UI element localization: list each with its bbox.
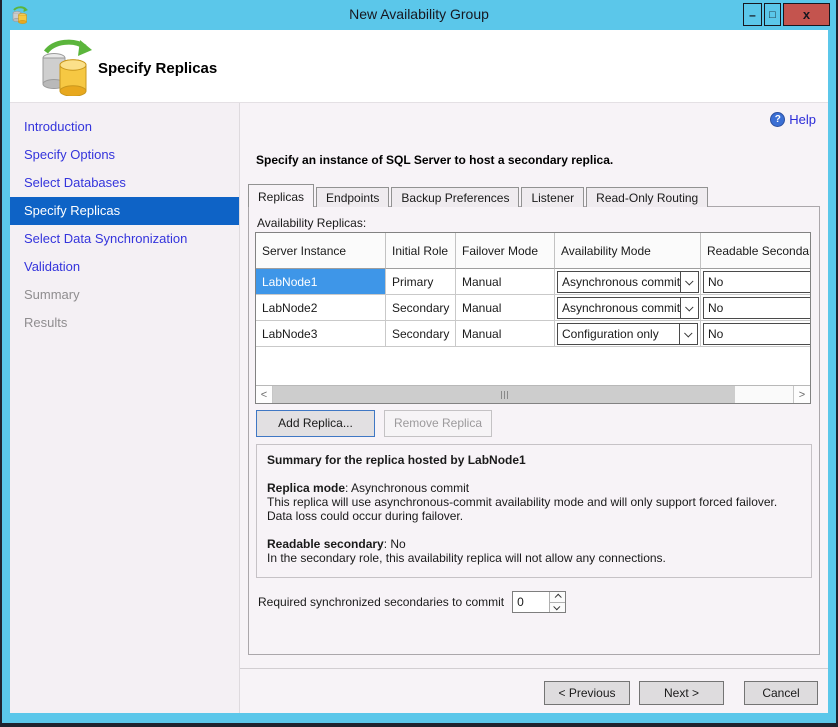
page-title: Specify Replicas [98,60,217,77]
cell-initial-role[interactable]: Primary [386,269,456,295]
sidebar-item-specify-replicas[interactable]: Specify Replicas [10,197,239,225]
chevron-down-icon[interactable] [680,298,698,318]
next-button[interactable]: Next > [639,681,724,705]
close-button[interactable]: x [783,3,830,26]
minimize-button[interactable]: – [743,3,762,26]
col-header-failover-mode[interactable]: Failover Mode [456,233,555,269]
close-icon: x [803,7,810,22]
maximize-icon: □ [769,9,776,21]
sidebar-item-data-synchronization[interactable]: Select Data Synchronization [10,225,239,253]
remove-replica-button: Remove Replica [384,410,492,437]
readable-secondary-dropdown[interactable]: No [703,323,811,345]
tab-endpoints[interactable]: Endpoints [316,187,389,207]
horizontal-scrollbar[interactable]: < > [256,385,810,403]
sidebar-item-summary: Summary [10,281,239,309]
availability-mode-dropdown[interactable]: Configuration only [557,323,698,345]
readable-secondary-dropdown[interactable]: No [703,297,811,319]
spinner-value[interactable]: 0 [513,592,549,612]
minimize-icon: – [749,8,756,22]
tabstrip: Replicas Endpoints Backup Preferences Li… [248,184,710,207]
scrollbar-thumb[interactable] [273,386,735,403]
sidebar-item-introduction[interactable]: Introduction [10,113,239,141]
cell-readable-secondary: No [701,295,811,321]
required-secondaries-label: Required synchronized secondaries to com… [258,595,504,609]
readable-secondary-dropdown[interactable]: No [703,271,811,293]
main-panel: ? Help Specify an instance of SQL Server… [240,103,828,713]
dialog-window: New Availability Group – □ x Specify Rep… [2,0,836,723]
cell-readable-secondary: No [701,269,811,295]
grid-header-row: Server Instance Initial Role Failover Mo… [256,233,811,269]
cell-initial-role[interactable]: Secondary [386,295,456,321]
tab-backup-preferences[interactable]: Backup Preferences [391,187,519,207]
cell-server-instance[interactable]: LabNode1 [256,269,386,295]
availability-mode-dropdown[interactable]: Asynchronous commit [557,271,699,293]
dialog-body: Specify Replicas Introduction Specify Op… [10,30,828,713]
sidebar-item-select-databases[interactable]: Select Databases [10,169,239,197]
replica-mode-value: : Asynchronous commit [345,481,469,495]
wizard-header: Specify Replicas [10,30,828,103]
availability-mode-dropdown[interactable]: Asynchronous commit [557,297,699,319]
availability-replicas-label: Availability Replicas: [257,216,366,230]
table-row: LabNode1 Primary Manual Asynchronous com… [256,269,811,295]
tab-listener[interactable]: Listener [521,187,584,207]
previous-button[interactable]: < Previous [544,681,630,705]
cell-availability-mode: Configuration only [555,321,701,347]
replica-mode-description: This replica will use asynchronous-commi… [267,495,801,523]
help-icon: ? [770,112,785,127]
sidebar-item-specify-options[interactable]: Specify Options [10,141,239,169]
summary-title: Summary for the replica hosted by LabNod… [267,453,801,467]
replica-mode-label: Replica mode [267,481,345,495]
required-secondaries-spinner: 0 [512,591,566,613]
replica-summary-panel: Summary for the replica hosted by LabNod… [256,444,812,578]
scroll-left-arrow-icon[interactable]: < [256,386,273,403]
cell-failover-mode[interactable]: Manual [456,321,555,347]
spinner-up-button[interactable] [550,592,565,603]
cell-readable-secondary: No [701,321,811,347]
cell-server-instance[interactable]: LabNode2 [256,295,386,321]
chevron-down-icon[interactable] [679,324,697,344]
table-row: LabNode3 Secondary Manual Configuration … [256,321,811,347]
col-header-availability-mode[interactable]: Availability Mode [555,233,701,269]
titlebar[interactable]: New Availability Group – □ x [2,0,836,30]
cell-availability-mode: Asynchronous commit [555,295,701,321]
add-replica-button[interactable]: Add Replica... [256,410,375,437]
sidebar-item-validation[interactable]: Validation [10,253,239,281]
sidebar-item-results: Results [10,309,239,337]
scroll-right-arrow-icon[interactable]: > [793,386,810,403]
help-label: Help [789,112,816,127]
help-link[interactable]: ? Help [770,112,816,127]
readable-secondary-value: : No [384,537,406,551]
spinner-down-button[interactable] [550,603,565,613]
tab-read-only-routing[interactable]: Read-Only Routing [586,187,708,207]
table-row: LabNode2 Secondary Manual Asynchronous c… [256,295,811,321]
cancel-button[interactable]: Cancel [744,681,818,705]
window-title: New Availability Group [2,6,836,22]
footer-divider [240,668,828,669]
cell-server-instance[interactable]: LabNode3 [256,321,386,347]
chevron-down-icon[interactable] [680,272,698,292]
col-header-server-instance[interactable]: Server Instance [256,233,386,269]
cell-failover-mode[interactable]: Manual [456,295,555,321]
cell-initial-role[interactable]: Secondary [386,321,456,347]
replicas-tab-page: Availability Replicas: Server Instance I… [248,206,820,655]
replica-databases-icon [36,38,94,96]
wizard-steps-sidebar: Introduction Specify Options Select Data… [10,103,240,713]
maximize-button[interactable]: □ [764,3,781,26]
scrollbar-grip-icon [500,391,509,399]
availability-replicas-grid: Server Instance Initial Role Failover Mo… [255,232,811,404]
readable-secondary-label: Readable secondary [267,537,384,551]
instruction-text: Specify an instance of SQL Server to hos… [256,153,613,167]
readable-secondary-description: In the secondary role, this availability… [267,551,801,565]
required-secondaries-row: Required synchronized secondaries to com… [258,591,566,613]
col-header-readable-secondary[interactable]: Readable Secondary [701,233,811,269]
cell-availability-mode: Asynchronous commit [555,269,701,295]
col-header-initial-role[interactable]: Initial Role [386,233,456,269]
cell-failover-mode[interactable]: Manual [456,269,555,295]
tab-replicas[interactable]: Replicas [248,184,314,207]
